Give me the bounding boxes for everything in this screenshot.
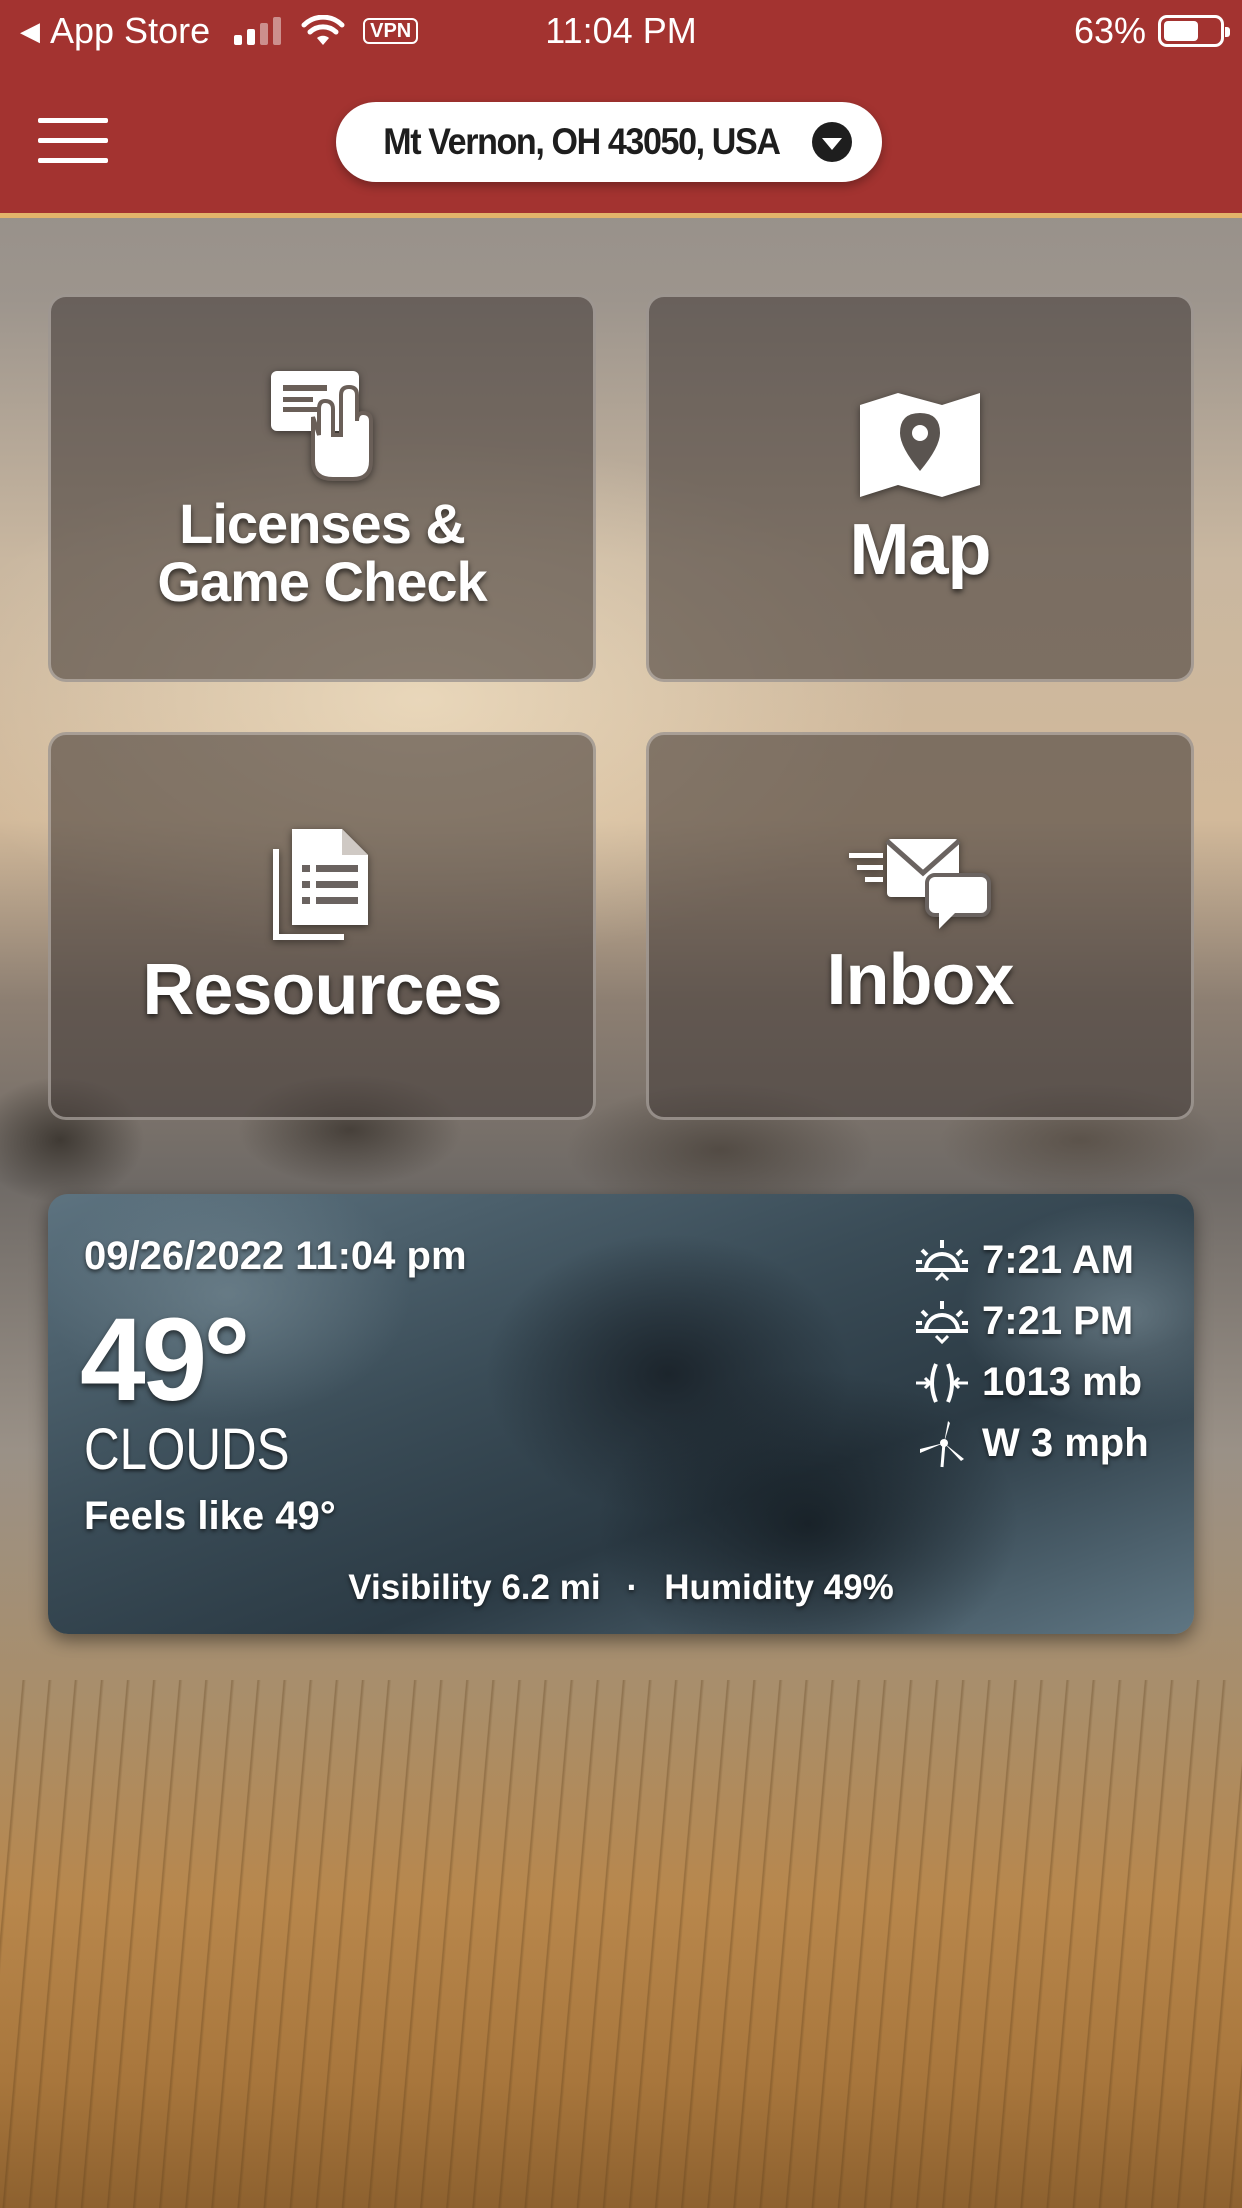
tile-label: Inbox [826, 940, 1015, 1020]
tile-resources[interactable]: Resources [48, 732, 596, 1120]
sunset-icon [916, 1300, 968, 1344]
location-text: Mt Vernon, OH 43050, USA [382, 121, 781, 162]
wind-value: W 3 mph [982, 1421, 1149, 1465]
tile-map[interactable]: Map [646, 294, 1194, 682]
sunrise-row: 7:21 AM [912, 1230, 1149, 1291]
weather-condition: CLOUDS [84, 1417, 290, 1482]
documents-icon [273, 829, 368, 940]
sunrise-icon [916, 1239, 968, 1281]
weather-temperature: 49° [80, 1294, 250, 1426]
tile-label-line1: Licenses & [179, 492, 466, 555]
tile-label: Resources [142, 950, 502, 1030]
sunset-row: 7:21 PM [912, 1291, 1149, 1352]
map-pin-icon [860, 393, 980, 497]
weather-card[interactable]: 09/26/2022 11:04 pm 49° CLOUDS Feels lik… [48, 1194, 1194, 1634]
envelope-chat-icon [849, 839, 991, 929]
humidity-value: Humidity 49% [664, 1568, 894, 1607]
background-grass [0, 1680, 1242, 2208]
visibility-value: Visibility 6.2 mi [348, 1568, 601, 1607]
pressure-row: 1013 mb [912, 1352, 1149, 1413]
status-bar: ◀ App Store VPN 11:04 PM 63% [0, 0, 1242, 62]
sunrise-value: 7:21 AM [982, 1238, 1134, 1282]
battery-icon [1158, 15, 1230, 47]
battery-percent: 63% [1073, 10, 1146, 51]
tile-label: Map [849, 510, 992, 590]
pressure-icon [916, 1362, 968, 1403]
battery-fill [1164, 21, 1199, 41]
wind-turbine-icon [920, 1420, 964, 1467]
license-card-hand-icon [271, 371, 373, 481]
weather-datetime: 09/26/2022 11:04 pm [84, 1234, 467, 1278]
tile-label-line2: Game Check [157, 550, 487, 613]
wind-row: W 3 mph [912, 1413, 1149, 1474]
location-selector[interactable]: Mt Vernon, OH 43050, USA [336, 102, 882, 182]
tile-label: Licenses & Game Check [157, 492, 487, 613]
chevron-down-icon [812, 122, 853, 162]
app-header: ◀ App Store VPN 11:04 PM 63% Mt Vernon, … [0, 0, 1242, 218]
tile-licenses-game-check[interactable]: Licenses & Game Check [48, 294, 596, 682]
sunset-value: 7:21 PM [982, 1299, 1134, 1343]
hamburger-menu-button[interactable] [38, 118, 110, 166]
weather-footer: Visibility 6.2 mi · Humidity 49% [48, 1568, 1194, 1608]
separator-dot: · [626, 1568, 639, 1607]
weather-details: 7:21 AM 7:21 PM 1013 mb W 3 mph [912, 1230, 1149, 1474]
pressure-value: 1013 mb [982, 1360, 1143, 1404]
status-time: 11:04 PM [545, 10, 697, 51]
tile-inbox[interactable]: Inbox [646, 732, 1194, 1120]
status-right: 63% [1073, 10, 1230, 52]
weather-feels-like: Feels like 49° [84, 1494, 336, 1538]
